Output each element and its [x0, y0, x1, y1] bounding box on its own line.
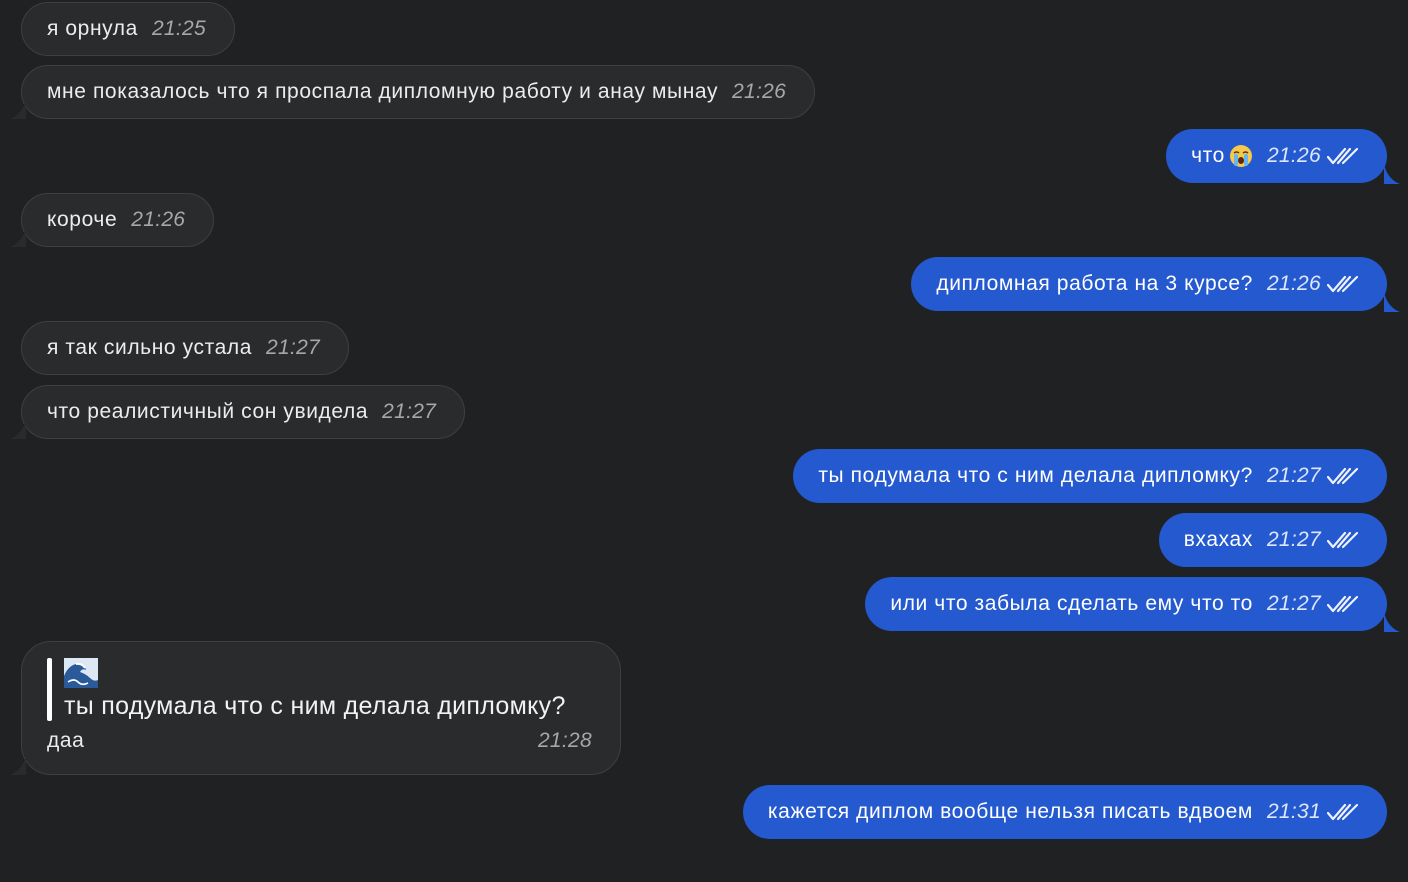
message-text: мне показалось что я проспала дипломную …	[47, 80, 719, 103]
message-bubble[interactable]: вхахах 21:27	[1158, 513, 1387, 567]
message-text: или что забыла сделать ему что то	[890, 592, 1253, 615]
bubble-tail	[10, 99, 26, 119]
message-outgoing[interactable]: или что забыла сделать ему что то 21:27	[865, 577, 1400, 632]
double-check-icon	[1327, 275, 1359, 293]
message-text: дипломная работа на 3 курсе?	[936, 272, 1253, 295]
message-bubble[interactable]: я так сильно устала 21:27	[21, 321, 350, 375]
message-time: 21:26	[1266, 144, 1321, 167]
double-check-icon	[1327, 531, 1359, 549]
message-outgoing[interactable]: кажется диплом вообще нельзя писать вдво…	[742, 785, 1387, 839]
message-incoming[interactable]: я так сильно устала 21:27	[21, 321, 350, 375]
double-check-icon	[1327, 595, 1359, 613]
message-time: 21:27	[382, 400, 437, 423]
double-check-icon	[1327, 803, 1359, 821]
message-bubble[interactable]: ты подумала что с ним делала дипломку? 2…	[793, 449, 1387, 503]
message-text: даа	[47, 729, 85, 752]
bubble-tail	[10, 419, 26, 439]
message-text: вхахах	[1183, 528, 1253, 551]
bubble-tail	[1384, 164, 1400, 184]
message-text: короче	[47, 208, 118, 231]
message-bubble[interactable]: мне показалось что я проспала дипломную …	[10, 65, 816, 119]
crying-face-emoji	[1229, 144, 1253, 168]
message-incoming-reply[interactable]: ты подумала что с ним делала дипломку? д…	[10, 641, 621, 775]
message-bubble[interactable]: я орнула 21:25	[21, 2, 235, 56]
double-check-icon	[1327, 467, 1359, 485]
message-outgoing[interactable]: что 21:26	[1166, 129, 1400, 184]
chat-area[interactable]: я орнула 21:25 мне показалось что я прос…	[0, 0, 1408, 882]
message-bubble[interactable]: кажется диплом вообще нельзя писать вдво…	[742, 785, 1387, 839]
message-time: 21:26	[1266, 272, 1321, 295]
quote-bar	[47, 658, 52, 721]
message-text: что	[1191, 144, 1225, 167]
reply-quote[interactable]: ты подумала что с ним делала дипломку?	[47, 658, 592, 721]
message-bubble[interactable]: ты подумала что с ним делала дипломку? д…	[10, 641, 621, 775]
message-bubble[interactable]: что 21:26	[1166, 129, 1400, 184]
quote-text: ты подумала что с ним делала дипломку?	[64, 692, 566, 720]
message-text: я орнула	[47, 17, 138, 40]
message-incoming[interactable]: мне показалось что я проспала дипломную …	[10, 65, 816, 119]
message-bubble[interactable]: короче 21:26	[10, 193, 215, 247]
message-time: 21:27	[265, 336, 321, 359]
message-time: 21:27	[1266, 528, 1321, 551]
message-bubble[interactable]: дипломная работа на 3 курсе? 21:26	[911, 257, 1400, 312]
bubble-tail	[10, 755, 26, 775]
message-time: 21:27	[1266, 592, 1321, 615]
double-check-icon	[1327, 147, 1359, 165]
message-time: 21:31	[1266, 800, 1321, 823]
message-outgoing[interactable]: вхахах 21:27	[1158, 513, 1387, 567]
message-text: я так сильно устала	[47, 336, 252, 359]
message-incoming[interactable]: короче 21:26	[10, 193, 215, 247]
message-incoming[interactable]: я орнула 21:25	[21, 2, 235, 56]
message-time: 21:25	[151, 17, 206, 40]
message-outgoing[interactable]: дипломная работа на 3 курсе? 21:26	[911, 257, 1400, 312]
message-text: кажется диплом вообще нельзя писать вдво…	[767, 800, 1253, 823]
message-text: ты подумала что с ним делала дипломку?	[818, 464, 1253, 487]
message-bubble[interactable]: или что забыла сделать ему что то 21:27	[865, 577, 1400, 632]
message-text: что реалистичный сон увидела	[47, 400, 369, 423]
message-time: 21:28	[537, 729, 592, 752]
message-incoming[interactable]: что реалистичный сон увидела 21:27	[10, 385, 466, 439]
message-time: 21:26	[732, 80, 787, 103]
bubble-tail	[10, 227, 26, 247]
message-time: 21:26	[131, 208, 186, 231]
bubble-tail	[1384, 612, 1400, 632]
bubble-tail	[1384, 292, 1400, 312]
message-time: 21:27	[1266, 464, 1321, 487]
message-bubble[interactable]: что реалистичный сон увидела 21:27	[10, 385, 466, 439]
wave-emoji	[64, 658, 98, 688]
message-outgoing[interactable]: ты подумала что с ним делала дипломку? 2…	[793, 449, 1387, 503]
